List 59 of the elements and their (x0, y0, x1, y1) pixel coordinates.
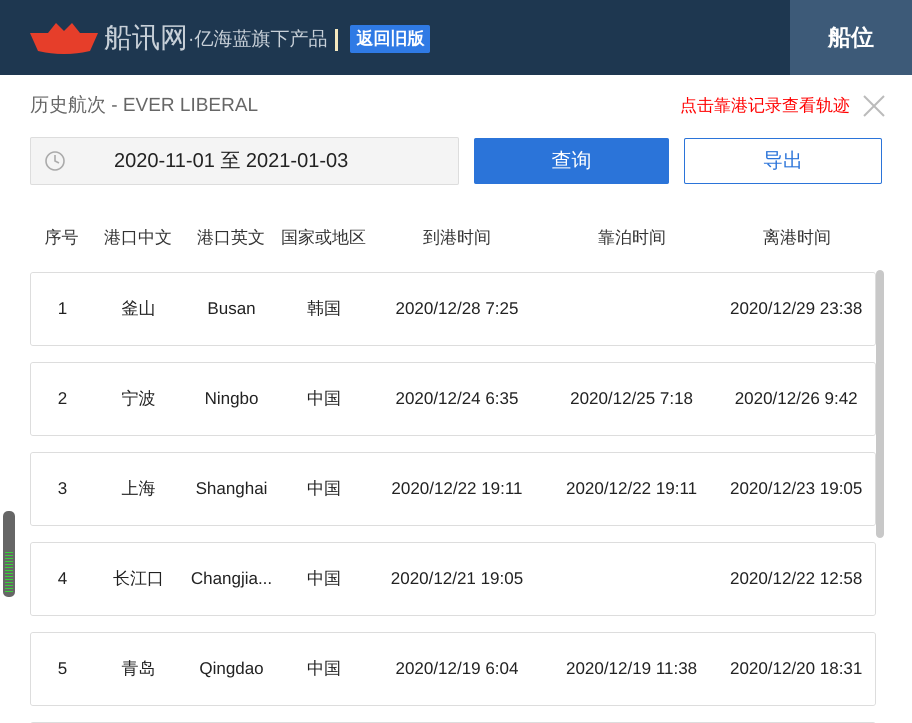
table-cell-text: 3 (58, 478, 68, 500)
export-button[interactable]: 导出 (684, 138, 882, 184)
column-header: 到港时间 (423, 227, 491, 250)
scrollbar[interactable] (876, 270, 884, 538)
table-cell-text: 长江口 (113, 568, 164, 590)
table-cell-text: 中国 (306, 658, 341, 680)
table-cell-text: 2020/12/24 6:35 (396, 388, 518, 410)
table-cell-text: 2020/12/20 18:31 (730, 658, 862, 680)
table-cell-text: 2020/12/26 9:42 (734, 388, 858, 410)
boat-logo-icon (30, 20, 98, 54)
table-cell-text: Qingdao (199, 658, 264, 680)
column-header: 国家或地区 (281, 227, 366, 250)
old-version-button[interactable]: 返回旧版 (350, 24, 430, 52)
voyage-row[interactable]: 3 上海 Shanghai 中国 2020/12/22 19:11 2020/12/22 19:11 2020/12/23 19:05 (30, 452, 876, 526)
column-header: 港口中文 (104, 227, 172, 250)
table-cell-text: 中国 (306, 388, 341, 410)
table-cell-text: 中国 (306, 568, 341, 590)
column-header: 靠泊时间 (598, 227, 666, 250)
table-cell-text: 2020/12/19 11:38 (566, 658, 698, 680)
table-cell-text: 2020/12/22 12:58 (730, 568, 862, 590)
voyage-row[interactable]: 2 宁波 Ningbo 中国 2020/12/24 6:35 2020/12/25 7:18 2020/12/26 9:42 (30, 362, 876, 436)
table-cell-text: Changjia... (190, 568, 272, 590)
logo-text: 船讯网 (104, 20, 188, 54)
table-cell-text: 韩国 (306, 298, 341, 320)
table-cell-text: 2020/12/22 19:11 (566, 478, 698, 500)
table-cell-text: 2020/12/23 19:05 (730, 478, 862, 500)
table-cell-text: 4 (58, 568, 68, 590)
table-cell-text: Ningbo (204, 388, 258, 410)
query-button[interactable]: 查询 (474, 138, 669, 184)
table-cell-text: 2 (58, 388, 68, 410)
table-cell-text: 宁波 (122, 388, 156, 410)
close-icon[interactable] (862, 94, 886, 118)
table-cell-text: 青岛 (122, 658, 156, 680)
column-header: 离港时间 (763, 227, 831, 250)
level-meter-icon (2, 510, 16, 598)
hint-text: 点击靠港记录查看轨迹 (680, 95, 850, 118)
clock-icon (44, 150, 66, 172)
tagline: ·亿海蓝旗下产品 (188, 28, 328, 52)
nav-tab[interactable]: 船位 (790, 0, 912, 75)
voyage-row[interactable]: 4 长江口 Changjia... 中国 2020/12/21 19:05 2020/12/22 12:58 (30, 542, 876, 616)
table-cell-text: 2020/12/25 7:18 (570, 388, 694, 410)
table-cell-text: 中国 (306, 478, 341, 500)
voyage-row[interactable]: 1 釜山 Busan 韩国 2020/12/28 7:25 2020/12/29 23:38 (30, 272, 876, 346)
table-cell-text: 2020/12/21 19:05 (390, 568, 524, 590)
table-cell-text: 5 (58, 658, 68, 680)
table-cell-text: Busan (207, 298, 256, 320)
table-cell-text: 2020/12/22 19:11 (391, 478, 523, 500)
panel-title: 历史航次 - EVER LIBERAL (30, 94, 258, 118)
date-range-field[interactable]: 2020-11-01 至 2021-01-03 (30, 137, 459, 185)
table-cell-text: 1 (58, 298, 68, 320)
table-cell-text: Shanghai (196, 478, 268, 500)
table-cell-text: 2020/12/29 23:38 (730, 298, 862, 320)
table-cell-text: 2020/12/28 7:25 (396, 298, 518, 320)
table-cell-text: 2020/12/19 6:04 (396, 658, 518, 680)
table-cell-text: 釜山 (122, 298, 156, 320)
column-header: 港口英文 (197, 227, 265, 250)
column-header: 序号 (44, 227, 78, 250)
table-cell-text: 上海 (122, 478, 156, 500)
voyage-row[interactable]: 5 青岛 Qingdao 中国 2020/12/19 6:04 2020/12/19 11:38 2020/12/20 18:31 (30, 632, 876, 706)
